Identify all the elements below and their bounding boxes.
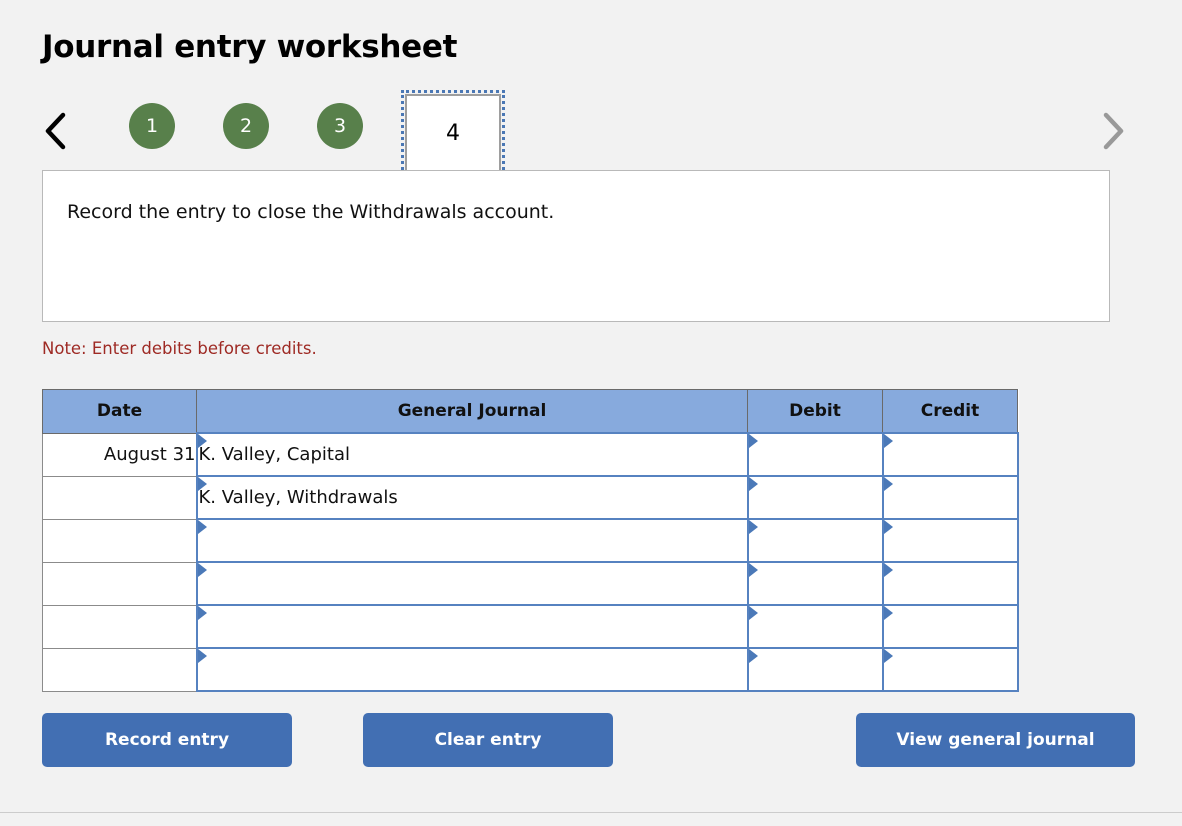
clear-entry-button[interactable]: Clear entry <box>363 713 613 767</box>
view-general-journal-button[interactable]: View general journal <box>856 713 1135 767</box>
bottom-divider <box>0 812 1182 813</box>
debit-cell[interactable] <box>746 518 884 563</box>
dropdown-triangle-icon <box>883 520 893 534</box>
dropdown-triangle-icon <box>197 649 207 663</box>
credit-cell[interactable] <box>881 647 1019 692</box>
date-cell[interactable] <box>42 561 197 606</box>
table-row <box>42 647 1019 692</box>
dropdown-triangle-icon <box>748 477 758 491</box>
instruction-panel: Record the entry to close the Withdrawal… <box>42 170 1110 322</box>
column-header-date: Date <box>42 389 197 434</box>
table-row <box>42 518 1019 563</box>
date-cell[interactable] <box>42 518 197 563</box>
debit-cell[interactable] <box>746 604 884 649</box>
step-navigation: 1 2 3 4 <box>34 90 1144 176</box>
debit-cell[interactable] <box>746 432 884 477</box>
credit-cell[interactable] <box>881 432 1019 477</box>
step-label: 3 <box>333 114 347 137</box>
step-indicator-4-active[interactable]: 4 <box>401 90 505 176</box>
dropdown-triangle-icon <box>197 606 207 620</box>
column-header-debit: Debit <box>747 389 883 434</box>
credit-cell[interactable] <box>881 561 1019 606</box>
date-cell[interactable]: August 31 <box>42 432 197 477</box>
credit-cell[interactable] <box>881 475 1019 520</box>
page-title: Journal entry worksheet <box>42 29 458 65</box>
dropdown-triangle-icon <box>748 563 758 577</box>
step-label: 2 <box>239 114 253 137</box>
general-journal-cell[interactable] <box>195 518 749 563</box>
dropdown-triangle-icon <box>883 649 893 663</box>
cell-value: K. Valley, Capital <box>198 444 350 465</box>
chevron-right-icon[interactable] <box>1090 102 1134 160</box>
credit-cell[interactable] <box>881 604 1019 649</box>
dropdown-triangle-icon <box>197 563 207 577</box>
step-indicator-3[interactable]: 3 <box>317 103 363 149</box>
date-cell[interactable] <box>42 604 197 649</box>
general-journal-cell[interactable] <box>195 561 749 606</box>
debit-cell[interactable] <box>746 561 884 606</box>
dropdown-triangle-icon <box>883 434 893 448</box>
date-cell[interactable] <box>42 475 197 520</box>
debits-before-credits-note: Note: Enter debits before credits. <box>42 339 317 358</box>
step-indicator-1[interactable]: 1 <box>129 103 175 149</box>
credit-cell[interactable] <box>881 518 1019 563</box>
column-header-general-journal: General Journal <box>196 389 748 434</box>
step-label: 1 <box>145 114 159 137</box>
dropdown-triangle-icon <box>197 520 207 534</box>
dropdown-triangle-icon <box>883 606 893 620</box>
general-journal-cell[interactable] <box>195 604 749 649</box>
record-entry-button[interactable]: Record entry <box>42 713 292 767</box>
table-row: August 31 K. Valley, Capital <box>42 432 1019 477</box>
table-row: K. Valley, Withdrawals <box>42 475 1019 520</box>
general-journal-table: Date General Journal Debit Credit August… <box>42 389 1019 692</box>
table-row <box>42 604 1019 649</box>
step-indicator-2[interactable]: 2 <box>223 103 269 149</box>
journal-entry-worksheet-page: Journal entry worksheet 1 2 3 4 Record t… <box>0 0 1182 826</box>
table-row <box>42 561 1019 606</box>
dropdown-triangle-icon <box>748 520 758 534</box>
dropdown-triangle-icon <box>748 434 758 448</box>
dropdown-triangle-icon <box>748 649 758 663</box>
general-journal-cell[interactable]: K. Valley, Withdrawals <box>195 475 749 520</box>
general-journal-cell[interactable]: K. Valley, Capital <box>195 432 749 477</box>
column-header-credit: Credit <box>882 389 1018 434</box>
table-header-row: Date General Journal Debit Credit <box>42 389 1018 434</box>
debit-cell[interactable] <box>746 647 884 692</box>
step-label: 4 <box>446 120 460 146</box>
dropdown-triangle-icon <box>883 477 893 491</box>
date-cell[interactable] <box>42 647 197 692</box>
dropdown-triangle-icon <box>748 606 758 620</box>
dropdown-triangle-icon <box>883 563 893 577</box>
chevron-left-icon[interactable] <box>34 102 78 160</box>
instruction-text: Record the entry to close the Withdrawal… <box>67 201 555 223</box>
general-journal-cell[interactable] <box>195 647 749 692</box>
debit-cell[interactable] <box>746 475 884 520</box>
cell-value: K. Valley, Withdrawals <box>198 487 398 508</box>
